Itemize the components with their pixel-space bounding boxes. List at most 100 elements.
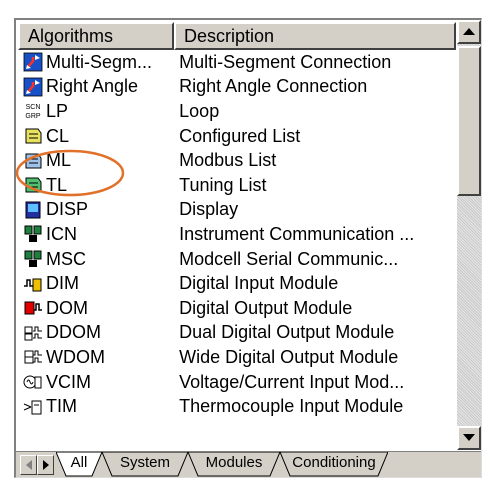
column-header-description[interactable]: Description (174, 22, 456, 50)
digital-input-icon (22, 274, 44, 294)
list-item[interactable]: DOM Digital Output Module (18, 296, 456, 321)
scroll-up-button[interactable] (457, 20, 481, 44)
svg-text:SCN: SCN (26, 104, 41, 111)
list-item[interactable]: Multi-Segm... Multi-Segment Connection (18, 50, 456, 75)
algorithm-name-cell: VCIM (18, 372, 171, 393)
algorithm-description: Multi-Segment Connection (179, 51, 392, 72)
algorithm-description: Configured List (179, 125, 301, 146)
algorithm-name: DIM (46, 273, 79, 294)
algorithm-name: LP (46, 100, 69, 121)
algorithm-name: VCIM (46, 371, 91, 392)
algorithm-description: Tuning List (179, 174, 267, 195)
list-item[interactable]: CL Configured List (18, 124, 456, 149)
scroll-down-button[interactable] (457, 426, 481, 450)
tab-system[interactable]: System (102, 452, 188, 477)
column-header-algorithms[interactable]: Algorithms (18, 22, 174, 50)
list-item[interactable]: Right Angle Right Angle Connection (18, 75, 456, 100)
multi-segment-icon (22, 52, 44, 72)
tuning-list-icon (22, 175, 44, 195)
algorithm-name-cell: SCN GRP LP (18, 101, 171, 122)
modbus-list-icon (22, 151, 44, 171)
scroll-thumb[interactable] (457, 46, 481, 196)
svg-text:GRP: GRP (25, 113, 41, 120)
algorithm-name-cell: DOM (18, 298, 171, 319)
tab-modules[interactable]: Modules (188, 452, 280, 477)
list-item[interactable]: TL Tuning List (18, 173, 456, 198)
list-item[interactable]: DIM Digital Input Module (18, 271, 456, 296)
algorithm-name-cell: Multi-Segm... (18, 52, 171, 73)
algorithm-description: Modbus List (179, 150, 277, 171)
tab-label: All (70, 454, 88, 471)
algorithm-name: TL (46, 174, 68, 195)
algorithm-name-cell: TIM (18, 396, 171, 417)
list-item[interactable]: WDOM Wide Digital Output Module (18, 345, 456, 370)
right-angle-icon (22, 77, 44, 97)
arrow-right-icon (42, 460, 49, 470)
tab-conditioning[interactable]: Conditioning (280, 452, 388, 477)
list-item[interactable]: DDOM Dual Digital Output Module (18, 321, 456, 346)
list-item[interactable]: TIM Thermocouple Input Module (18, 394, 456, 419)
algorithm-name: WDOM (46, 346, 105, 367)
algorithm-name: CL (46, 125, 70, 146)
algorithm-description: Voltage/Current Input Mod... (179, 371, 405, 392)
algorithm-name-cell: Right Angle (18, 76, 171, 97)
loop-icon: SCN GRP (22, 101, 44, 121)
list-item[interactable]: SCN GRP LP Loop (18, 99, 456, 124)
wide-digital-output-icon (22, 347, 44, 367)
algorithm-description: Loop (179, 100, 220, 121)
tab-all[interactable]: All (56, 452, 102, 477)
algorithm-name: ML (46, 150, 72, 171)
algorithm-list: Multi-Segm... Multi-Segment Connection R… (18, 50, 456, 419)
algorithm-name: DOM (46, 297, 88, 318)
algorithm-name: TIM (46, 396, 77, 417)
algorithm-list-window: Algorithms Description Multi-Segm... Mul… (14, 18, 482, 478)
algorithm-name-cell: ML (18, 150, 171, 171)
algorithm-name: MSC (46, 248, 86, 269)
algorithm-description: Digital Output Module (179, 297, 353, 318)
digital-output-icon (22, 298, 44, 318)
tab-label: Modules (205, 454, 263, 471)
algorithm-name: DISP (46, 199, 89, 220)
list-item[interactable]: MSC Modcell Serial Communic... (18, 247, 456, 272)
algorithm-name-cell: DISP (18, 199, 171, 220)
algorithm-description: Wide Digital Output Module (179, 346, 399, 367)
algorithm-description: Right Angle Connection (179, 76, 368, 97)
algorithm-name-cell: TL (18, 175, 171, 196)
algorithm-name: ICN (46, 223, 77, 244)
algorithm-name: DDOM (46, 322, 101, 343)
algorithm-name: Right Angle (46, 76, 139, 97)
algorithm-name-cell: DIM (18, 273, 171, 294)
tab-scroll-right-button[interactable] (37, 455, 54, 475)
configured-list-icon (22, 126, 44, 146)
display-icon (22, 200, 44, 220)
vertical-scrollbar[interactable] (457, 20, 481, 450)
tab-scroll-left-button[interactable] (20, 455, 37, 475)
dual-digital-output-icon (22, 323, 44, 343)
algorithm-description: Dual Digital Output Module (179, 322, 395, 343)
algorithm-name-cell: MSC (18, 249, 171, 270)
voltage-current-input-icon (22, 372, 44, 392)
list-item[interactable]: DISP Display (18, 198, 456, 223)
algorithm-description: Thermocouple Input Module (179, 396, 404, 417)
algorithm-description: Display (179, 199, 239, 220)
list-header: Algorithms Description (18, 22, 456, 50)
icn-icon (22, 224, 44, 244)
arrow-left-icon (25, 460, 32, 470)
tab-label: Conditioning (292, 454, 376, 471)
algorithm-name-cell: ICN (18, 224, 171, 245)
thermocouple-input-icon (22, 397, 44, 417)
list-item[interactable]: ICN Instrument Communication ... (18, 222, 456, 247)
tab-bar: All System Modules Conditioning (16, 451, 481, 477)
algorithm-name-cell: WDOM (18, 347, 171, 368)
algorithm-name: Multi-Segm... (46, 51, 153, 72)
algorithm-description: Modcell Serial Communic... (179, 248, 399, 269)
tab-label: System (119, 454, 170, 471)
arrow-down-icon (463, 434, 475, 441)
algorithm-name-cell: CL (18, 126, 171, 147)
algorithm-description: Digital Input Module (179, 273, 339, 294)
list-item[interactable]: VCIM Voltage/Current Input Mod... (18, 370, 456, 395)
algorithm-name-cell: DDOM (18, 322, 171, 343)
msc-icon (22, 249, 44, 269)
list-item[interactable]: ML Modbus List (18, 148, 456, 173)
arrow-up-icon (463, 28, 475, 35)
